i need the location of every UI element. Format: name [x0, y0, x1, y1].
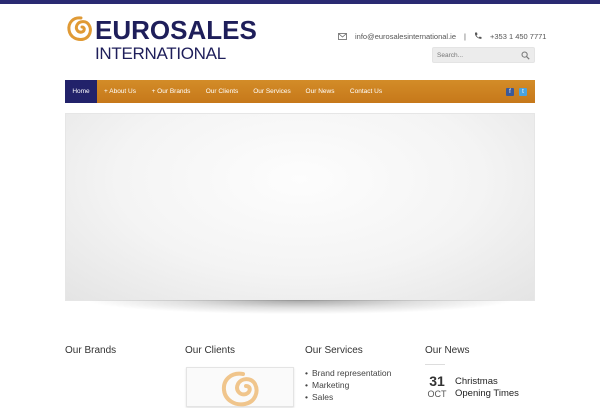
search-box[interactable]: [432, 47, 535, 63]
logo-text-international: INTERNATIONAL: [95, 44, 226, 63]
slider-shadow: [90, 300, 510, 314]
nav-item-our-brands[interactable]: + Our Brands: [148, 80, 194, 103]
phone-icon: [474, 32, 482, 39]
nav-item-our-services[interactable]: Our Services: [250, 80, 294, 103]
contact-info: info@eurosalesinternational.ie | +353 1 …: [338, 30, 546, 42]
logo-text-eurosales: EUROSALES: [95, 15, 257, 45]
top-accent-bar: [0, 0, 600, 4]
nav-item-home[interactable]: Home: [65, 80, 97, 103]
news-month: OCT: [427, 389, 447, 399]
contact-email[interactable]: info@eurosalesinternational.ie: [355, 32, 456, 41]
section-title-our-services: Our Services: [305, 345, 363, 356]
logo-swirl-icon: [67, 16, 92, 41]
services-list: Brand representation Marketing Sales: [305, 367, 391, 403]
section-title-our-brands: Our Brands: [65, 345, 117, 356]
logo[interactable]: EUROSALES INTERNATIONAL: [65, 14, 257, 66]
hero-slider[interactable]: [65, 113, 535, 301]
nav-item-contact-us[interactable]: Contact Us: [346, 80, 386, 103]
list-item[interactable]: Marketing: [305, 379, 391, 391]
news-title-link[interactable]: Christmas Opening Times: [455, 376, 535, 400]
nav-item-about-us[interactable]: + About Us: [100, 80, 140, 103]
nav-item-our-clients[interactable]: Our Clients: [202, 80, 242, 103]
facebook-icon[interactable]: f: [506, 88, 514, 96]
section-title-our-news: Our News: [425, 345, 470, 356]
contact-phone[interactable]: +353 1 450 7771: [490, 32, 547, 41]
envelope-icon: [338, 32, 347, 40]
section-title-our-clients: Our Clients: [185, 345, 236, 356]
main-nav: Home + About Us + Our Brands Our Clients…: [65, 80, 535, 103]
list-item[interactable]: Brand representation: [305, 367, 391, 379]
client-logo-thumbnail[interactable]: [186, 367, 294, 407]
client-logo-swirl-icon: [221, 371, 259, 407]
news-date: 31 OCT: [425, 374, 449, 400]
contact-separator: |: [464, 31, 466, 41]
search-input[interactable]: [437, 50, 517, 61]
search-icon[interactable]: [521, 51, 530, 60]
news-day: 31: [429, 373, 445, 389]
news-divider: [425, 364, 445, 365]
nav-item-our-news[interactable]: Our News: [302, 80, 338, 103]
list-item[interactable]: Sales: [305, 391, 391, 403]
twitter-icon[interactable]: t: [519, 88, 527, 96]
